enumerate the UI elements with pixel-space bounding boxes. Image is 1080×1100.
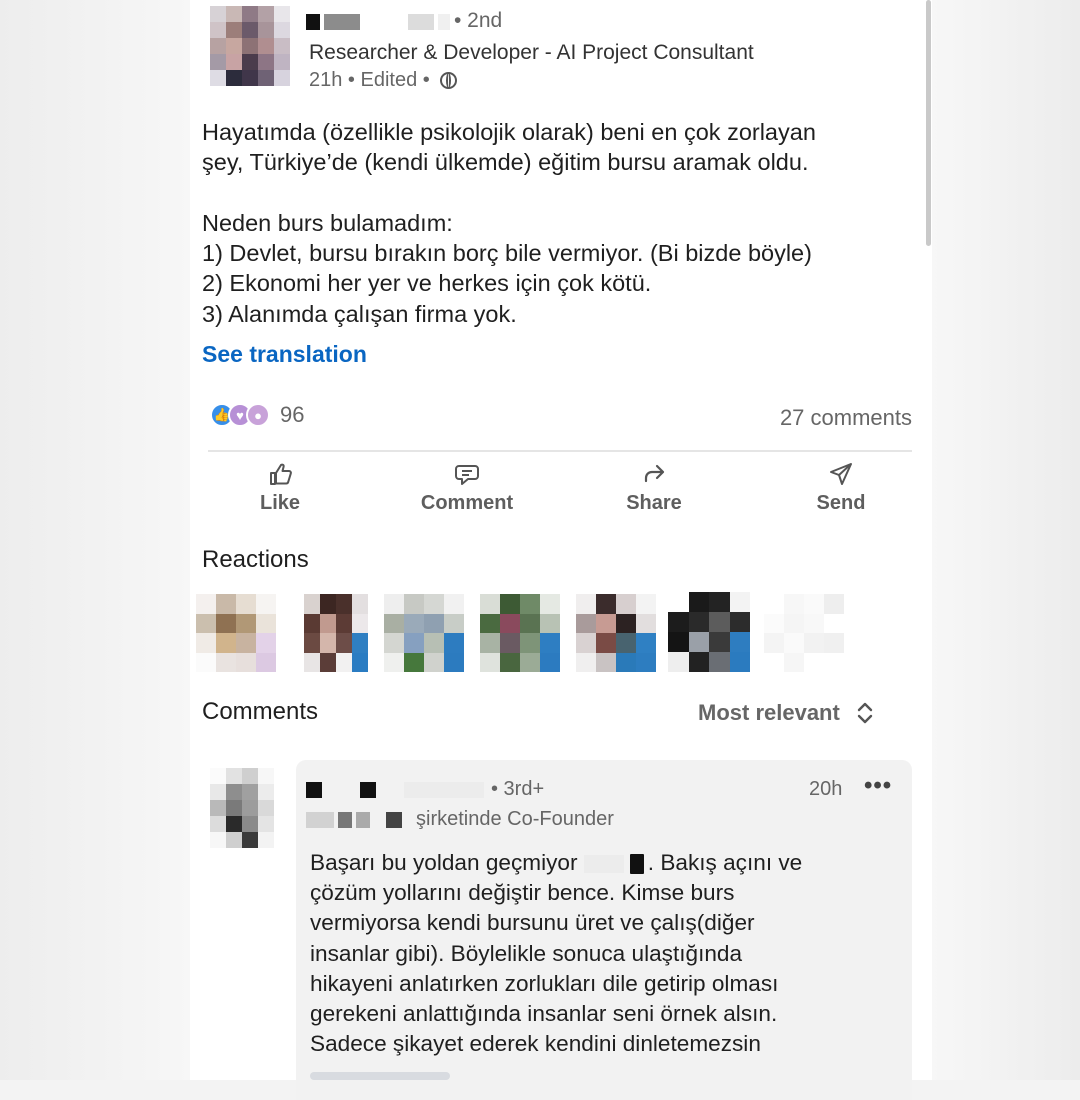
comment-line-text: Başarı bu yoldan geçmiyor [310, 850, 578, 875]
emoji-redacted [583, 854, 644, 875]
reactor-avatar[interactable] [196, 594, 276, 672]
comment-label: Comment [420, 492, 514, 514]
like-button[interactable]: Like [215, 460, 345, 515]
comment-line-text: . Bakış açını ve [647, 850, 803, 875]
sort-label: Most relevant [698, 700, 840, 725]
commenter-headline: şirketinde Co-Founder [416, 808, 614, 830]
post-line: 3) Alanımda çalışan firma yok. [202, 300, 517, 327]
commenter-company-redacted [306, 812, 402, 828]
send-button[interactable]: Send [776, 460, 906, 515]
author-avatar[interactable] [210, 6, 290, 86]
reaction-count: 96 [280, 402, 305, 427]
author-headline: Researcher & Developer - AI Project Cons… [309, 41, 754, 64]
comment-line: vermiyorsa kendi bursunu üret ve çalış(d… [310, 910, 755, 936]
share-label: Share [626, 492, 682, 514]
author-name-redacted[interactable] [306, 14, 450, 30]
share-icon [644, 464, 665, 483]
like-label: Like [259, 492, 301, 514]
comment-line: insanlar gibi). Böylelikle sonuca ulaştı… [310, 940, 743, 966]
comments-count-link[interactable]: 27 comments [780, 405, 912, 431]
background-right [932, 0, 1080, 1080]
share-button[interactable]: Share [589, 460, 719, 515]
comment-footer-cropped [310, 1072, 450, 1080]
post-line: 1) Devlet, bursu bırakın borç bile vermi… [202, 240, 812, 267]
post-time-text: 21h • Edited • [309, 69, 430, 91]
insightful-icon: ● [246, 403, 270, 427]
comment-line: hikayeni anlatırken zorlukları dile geti… [310, 970, 779, 996]
sort-comments-dropdown[interactable]: Most relevant [698, 700, 876, 726]
send-label: Send [816, 492, 866, 514]
reactor-avatar[interactable] [764, 594, 844, 672]
reactor-avatar[interactable] [668, 592, 750, 672]
background-left [0, 0, 190, 1080]
post-line: Neden burs bulamadım: [202, 209, 453, 236]
reactor-avatar[interactable] [384, 594, 464, 672]
comment-body: Başarı bu yoldan geçmiyor . Bakış açını … [310, 848, 890, 1059]
reactions-title: Reactions [202, 546, 309, 573]
post-line: Hayatımda (özellikle psikolojik olarak) … [202, 119, 816, 145]
comment-icon [455, 465, 479, 485]
reactor-avatar[interactable] [304, 594, 368, 672]
post-line: şey, Türkiye’de (kendi ülkemde) eğitim b… [202, 149, 809, 176]
commenter-avatar[interactable] [210, 768, 274, 848]
divider [208, 450, 912, 452]
commenter-connection-degree: • 3rd+ [491, 778, 545, 800]
reactions-summary[interactable]: 👍 ♥ ● 96 [210, 402, 304, 428]
chevron-up-down-icon [857, 702, 873, 724]
scrollbar[interactable] [926, 0, 931, 246]
comment-button[interactable]: Comment [402, 460, 532, 515]
comment-line: çözüm yollarını değiştir bence. Kimse bu… [310, 880, 735, 906]
like-icon [270, 463, 292, 485]
action-bar: Like Comment Share Send [190, 460, 932, 530]
comment-timestamp: 20h [809, 778, 843, 800]
more-options-icon[interactable]: ••• [864, 772, 892, 800]
post-line: 2) Ekonomi her yer ve herkes için çok kö… [202, 270, 652, 297]
post-line [202, 178, 902, 208]
send-icon [830, 463, 852, 485]
reactor-avatar[interactable] [576, 594, 656, 672]
globe-icon [439, 72, 457, 89]
post-body: Hayatımda (özellikle psikolojik olarak) … [202, 117, 902, 329]
comment-line: Sadece şikayet ederek kendini dinletemez… [310, 1031, 761, 1057]
comments-title: Comments [202, 698, 319, 725]
post-timestamp: 21h • Edited • [309, 69, 457, 92]
comment-line: Başarı bu yoldan geçmiyor . Bakış açını … [310, 848, 890, 878]
see-translation-link[interactable]: See translation [202, 341, 367, 368]
author-connection-degree: • 2nd [454, 9, 503, 32]
comment-line: gerekeni anlattığında insanlar seni örne… [310, 1001, 778, 1027]
reactor-avatar[interactable] [480, 594, 560, 672]
commenter-name-redacted[interactable] [306, 782, 484, 798]
